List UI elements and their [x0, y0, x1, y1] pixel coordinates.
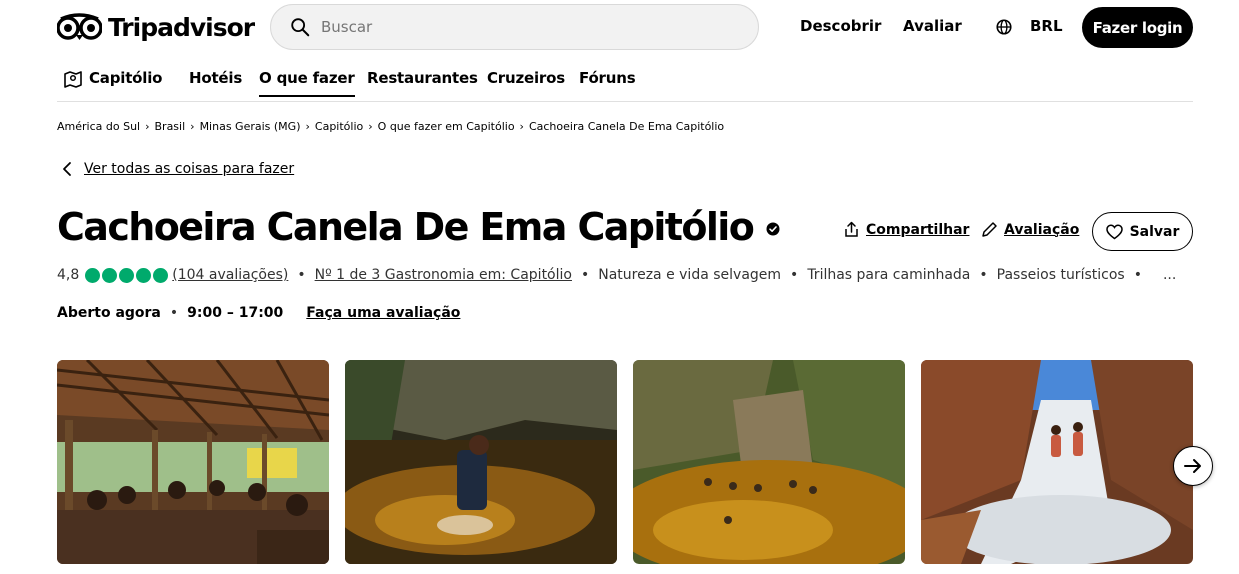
write-review-link[interactable]: Faça uma avaliação — [306, 305, 460, 321]
rating-bubble — [153, 267, 169, 283]
currency-selector[interactable]: BRL — [1030, 17, 1063, 35]
separator-dot: • — [169, 305, 179, 321]
separator-dot: • — [580, 267, 590, 283]
more-categories[interactable]: ... — [1163, 267, 1176, 283]
separator-dot: • — [297, 267, 306, 283]
rating-bubble — [85, 267, 101, 283]
next-photo-button[interactable] — [1173, 446, 1213, 486]
nav-review[interactable]: Avaliar — [903, 17, 962, 35]
owl-logo-icon — [57, 13, 102, 40]
open-time: 9:00 – 17:00 — [187, 305, 284, 321]
verified-badge-icon — [766, 222, 780, 236]
back-link[interactable]: Ver todas as coisas para fazer — [62, 161, 294, 177]
nav-discover[interactable]: Descobrir — [800, 17, 881, 35]
opening-hours: Aberto agora • 9:00 – 17:00 Faça uma ava… — [57, 305, 460, 321]
share-icon — [845, 221, 858, 237]
tab-things-to-do[interactable]: O que fazer — [259, 69, 355, 97]
reviews-count-link[interactable]: (104 avaliações) — [172, 267, 288, 283]
rating-value: 4,8 — [57, 267, 80, 283]
breadcrumb-separator: › — [305, 120, 310, 133]
photo-restaurant[interactable] — [57, 360, 329, 564]
tab-cruises[interactable]: Cruzeiros — [487, 69, 565, 87]
category-tag: Passeios turísticos — [996, 267, 1125, 283]
search-input[interactable] — [321, 18, 721, 36]
breadcrumb-item[interactable]: Capitólio — [315, 120, 363, 133]
photo-swimmer[interactable] — [345, 360, 617, 564]
breadcrumb-separator: › — [190, 120, 195, 133]
canyon-pool-photo-image — [633, 360, 905, 564]
back-link-label: Ver todas as coisas para fazer — [84, 161, 295, 177]
separator-dot: • — [979, 267, 988, 283]
tab-restaurants[interactable]: Restaurantes — [367, 69, 478, 87]
review-button[interactable]: Avaliação — [981, 221, 1079, 238]
map-icon — [64, 71, 82, 88]
photo-canyon-pool[interactable] — [633, 360, 905, 564]
ranking-link[interactable]: Nº 1 de 3 Gastronomia em: Capitólio — [315, 267, 572, 283]
rating-bubble — [102, 267, 118, 283]
heart-icon — [1105, 224, 1123, 239]
swimmer-photo-image — [345, 360, 617, 564]
page-title: Cachoeira Canela De Ema Capitólio — [57, 205, 755, 249]
breadcrumb-item[interactable]: América do Sul — [57, 120, 140, 133]
logo-text: Tripadvisor — [108, 12, 255, 42]
breadcrumb-item[interactable]: O que fazer em Capitólio — [378, 120, 515, 133]
breadcrumb-item[interactable]: Brasil — [155, 120, 186, 133]
search-bar[interactable] — [270, 4, 759, 50]
rating-row: 4,8 (104 avaliações) • Nº 1 de 3 Gastron… — [57, 265, 1176, 285]
save-button[interactable]: Salvar — [1092, 212, 1193, 251]
globe-icon[interactable] — [995, 18, 1013, 36]
pencil-icon — [982, 222, 997, 237]
login-button[interactable]: Fazer login — [1082, 7, 1193, 48]
rating-bubble — [119, 267, 135, 283]
open-status: Aberto agora — [57, 305, 161, 321]
waterfall-photo-image — [921, 360, 1193, 564]
breadcrumb: América do Sul › Brasil › Minas Gerais (… — [57, 120, 724, 133]
arrow-right-icon — [1184, 459, 1201, 473]
breadcrumb-separator: › — [368, 120, 373, 133]
breadcrumb-separator: › — [145, 120, 150, 133]
top-bar: Tripadvisor Descobrir Avaliar BRL Fazer … — [0, 0, 1239, 54]
breadcrumb-separator: › — [519, 120, 524, 133]
review-label: Avaliação — [1004, 221, 1080, 238]
tab-hotels[interactable]: Hotéis — [189, 69, 242, 87]
category-tag: Natureza e vida selvagem — [598, 267, 782, 283]
secondary-nav: Capitólio Hotéis O que fazer Restaurante… — [57, 60, 1193, 102]
tab-forums[interactable]: Fóruns — [579, 69, 636, 87]
tripadvisor-logo[interactable]: Tripadvisor — [57, 12, 255, 42]
tab-city[interactable]: Capitólio — [89, 69, 162, 87]
chevron-left-icon — [63, 162, 71, 176]
photo-waterfall[interactable] — [921, 360, 1193, 564]
separator-dot: • — [1133, 267, 1142, 283]
breadcrumb-current: Cachoeira Canela De Ema Capitólio — [528, 120, 725, 133]
category-tag: Trilhas para caminhada — [807, 267, 971, 283]
restaurant-photo-image — [57, 360, 329, 564]
share-label: Compartilhar — [866, 221, 970, 238]
share-button[interactable]: Compartilhar — [843, 221, 969, 238]
save-label: Salvar — [1129, 223, 1180, 240]
separator-dot: • — [790, 267, 799, 283]
breadcrumb-item[interactable]: Minas Gerais (MG) — [200, 120, 301, 133]
search-icon — [291, 18, 310, 37]
rating-bubble — [136, 267, 152, 283]
